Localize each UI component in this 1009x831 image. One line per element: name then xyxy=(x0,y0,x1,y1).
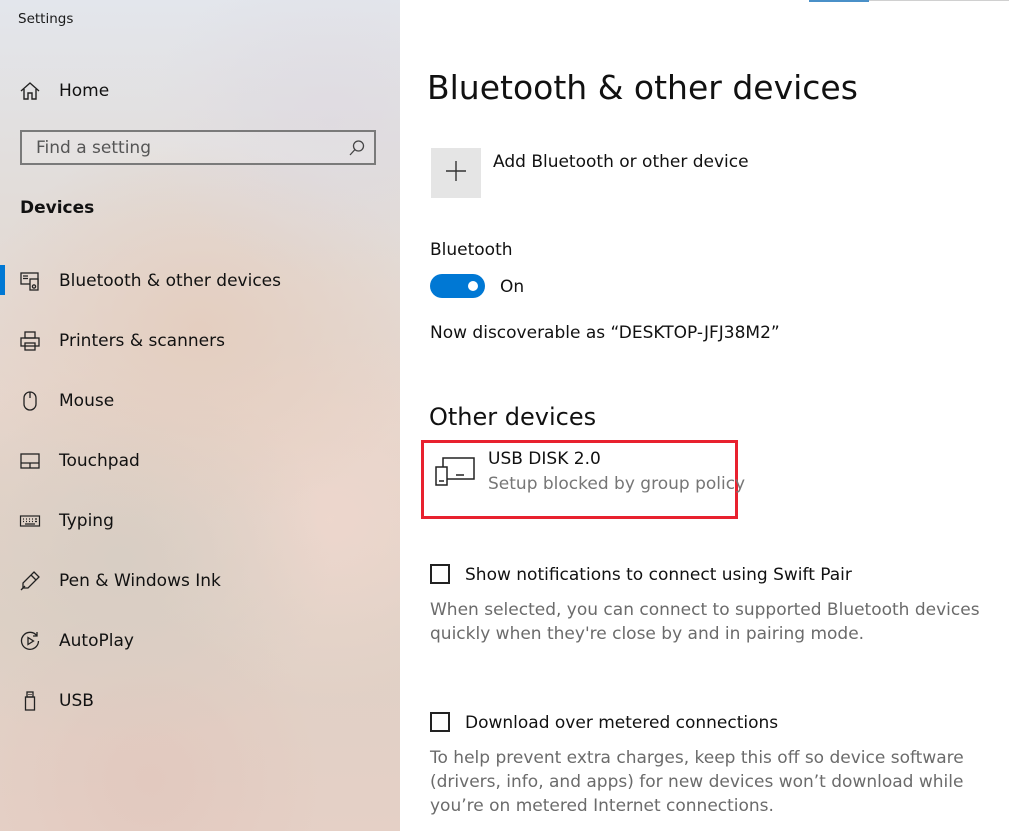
sidebar-section-title: Devices xyxy=(20,198,95,218)
bluetooth-state: On xyxy=(500,277,525,297)
page-title: Bluetooth & other devices xyxy=(427,68,858,107)
other-devices-heading: Other devices xyxy=(429,403,597,431)
sidebar-item-label: AutoPlay xyxy=(59,631,134,651)
touchpad-icon xyxy=(18,449,42,473)
printer-icon xyxy=(18,329,42,353)
metered-label[interactable]: Download over metered connections xyxy=(465,713,778,733)
sidebar-item-label: Mouse xyxy=(59,391,115,411)
device-status: Setup blocked by group policy xyxy=(488,474,746,494)
sidebar-item-pen[interactable]: Pen & Windows Ink xyxy=(0,561,400,601)
search-field[interactable] xyxy=(20,130,376,165)
bluetooth-label: Bluetooth xyxy=(430,240,513,260)
usb-icon xyxy=(18,689,42,713)
main-content: Bluetooth & other devices Add Bluetooth … xyxy=(400,0,1009,831)
swift-pair-label[interactable]: Show notifications to connect using Swif… xyxy=(465,565,852,585)
autoplay-icon xyxy=(18,629,42,653)
sidebar-item-label: Pen & Windows Ink xyxy=(59,571,221,591)
discoverable-text: Now discoverable as “DESKTOP-JFJ38M2” xyxy=(430,323,780,343)
mouse-icon xyxy=(18,389,42,413)
bluetooth-toggle[interactable] xyxy=(430,274,485,298)
bluetooth-devices-icon xyxy=(18,269,42,293)
sidebar-home-label: Home xyxy=(59,81,110,101)
swift-pair-description: When selected, you can connect to suppor… xyxy=(430,600,980,644)
plus-icon xyxy=(445,160,467,186)
sidebar-item-label: Printers & scanners xyxy=(59,331,225,351)
sidebar-item-usb[interactable]: USB xyxy=(0,681,400,721)
sidebar-item-touchpad[interactable]: Touchpad xyxy=(0,441,400,481)
sidebar: Settings Home Devices xyxy=(0,0,400,831)
sidebar-item-printers[interactable]: Printers & scanners xyxy=(0,321,400,361)
window-title: Settings xyxy=(18,11,74,27)
sidebar-item-mouse[interactable]: Mouse xyxy=(0,381,400,421)
sidebar-home[interactable]: Home xyxy=(0,71,400,111)
sidebar-item-typing[interactable]: Typing xyxy=(0,501,400,541)
toggle-knob xyxy=(468,281,478,291)
search-icon[interactable] xyxy=(348,139,366,157)
sidebar-item-label: USB xyxy=(59,691,94,711)
pen-icon xyxy=(18,569,42,593)
add-device-button[interactable] xyxy=(431,148,481,198)
device-name[interactable]: USB DISK 2.0 xyxy=(488,449,601,469)
sidebar-item-label: Touchpad xyxy=(59,451,140,471)
swift-pair-checkbox[interactable] xyxy=(430,564,450,584)
storage-device-icon[interactable] xyxy=(434,455,476,487)
window-edge-line xyxy=(869,0,1009,1)
sidebar-item-bluetooth[interactable]: Bluetooth & other devices xyxy=(0,261,400,301)
search-input[interactable] xyxy=(22,132,342,163)
sidebar-item-label: Typing xyxy=(59,511,114,531)
metered-checkbox[interactable] xyxy=(430,712,450,732)
home-icon xyxy=(18,79,42,103)
sidebar-item-label: Bluetooth & other devices xyxy=(59,271,281,291)
window-edge-accent xyxy=(809,0,869,2)
sidebar-item-autoplay[interactable]: AutoPlay xyxy=(0,621,400,661)
metered-description: To help prevent extra charges, keep this… xyxy=(430,748,964,816)
add-device-label[interactable]: Add Bluetooth or other device xyxy=(493,152,749,172)
keyboard-icon xyxy=(18,509,42,533)
